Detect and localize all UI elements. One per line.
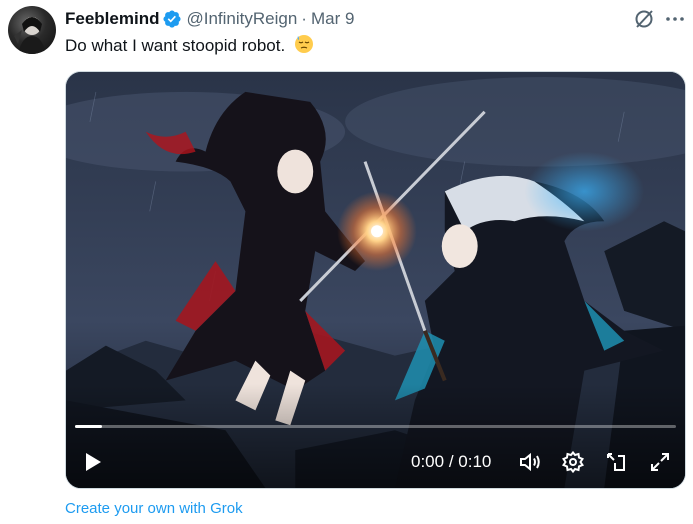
time-separator: / bbox=[444, 452, 459, 471]
volume-icon[interactable] bbox=[518, 450, 542, 474]
grok-icon[interactable] bbox=[633, 8, 655, 30]
avatar[interactable] bbox=[8, 6, 56, 54]
video-progress-fill bbox=[75, 425, 103, 428]
video-player[interactable]: 0:00 / 0:10 bbox=[65, 71, 686, 489]
video-progress-bar[interactable] bbox=[75, 425, 676, 428]
verified-badge-icon[interactable] bbox=[162, 9, 182, 29]
video-controls: 0:00 / 0:10 bbox=[66, 444, 685, 480]
author-display-name[interactable]: Feeblemind bbox=[65, 9, 159, 29]
pip-icon[interactable] bbox=[605, 450, 629, 474]
separator-dot: · bbox=[301, 9, 307, 28]
tweet-body: Do what I want stoopid robot. bbox=[65, 36, 286, 55]
tweet-date[interactable]: Mar 9 bbox=[311, 9, 354, 29]
tweet-text: Do what I want stoopid robot. bbox=[65, 34, 314, 56]
settings-icon[interactable] bbox=[561, 450, 585, 474]
downcast-face-with-sweat-emoji bbox=[294, 34, 314, 54]
author-handle[interactable]: @InfinityReign bbox=[186, 9, 297, 29]
duration: 0:10 bbox=[458, 452, 492, 471]
video-time: 0:00 / 0:10 bbox=[411, 452, 491, 472]
current-time: 0:00 bbox=[411, 452, 445, 471]
play-icon[interactable] bbox=[80, 450, 104, 474]
more-icon[interactable] bbox=[664, 8, 686, 30]
tweet-header: Feeblemind @InfinityReign · Mar 9 bbox=[65, 8, 354, 30]
fullscreen-icon[interactable] bbox=[648, 450, 672, 474]
create-with-grok-link[interactable]: Create your own with Grok bbox=[65, 500, 243, 517]
